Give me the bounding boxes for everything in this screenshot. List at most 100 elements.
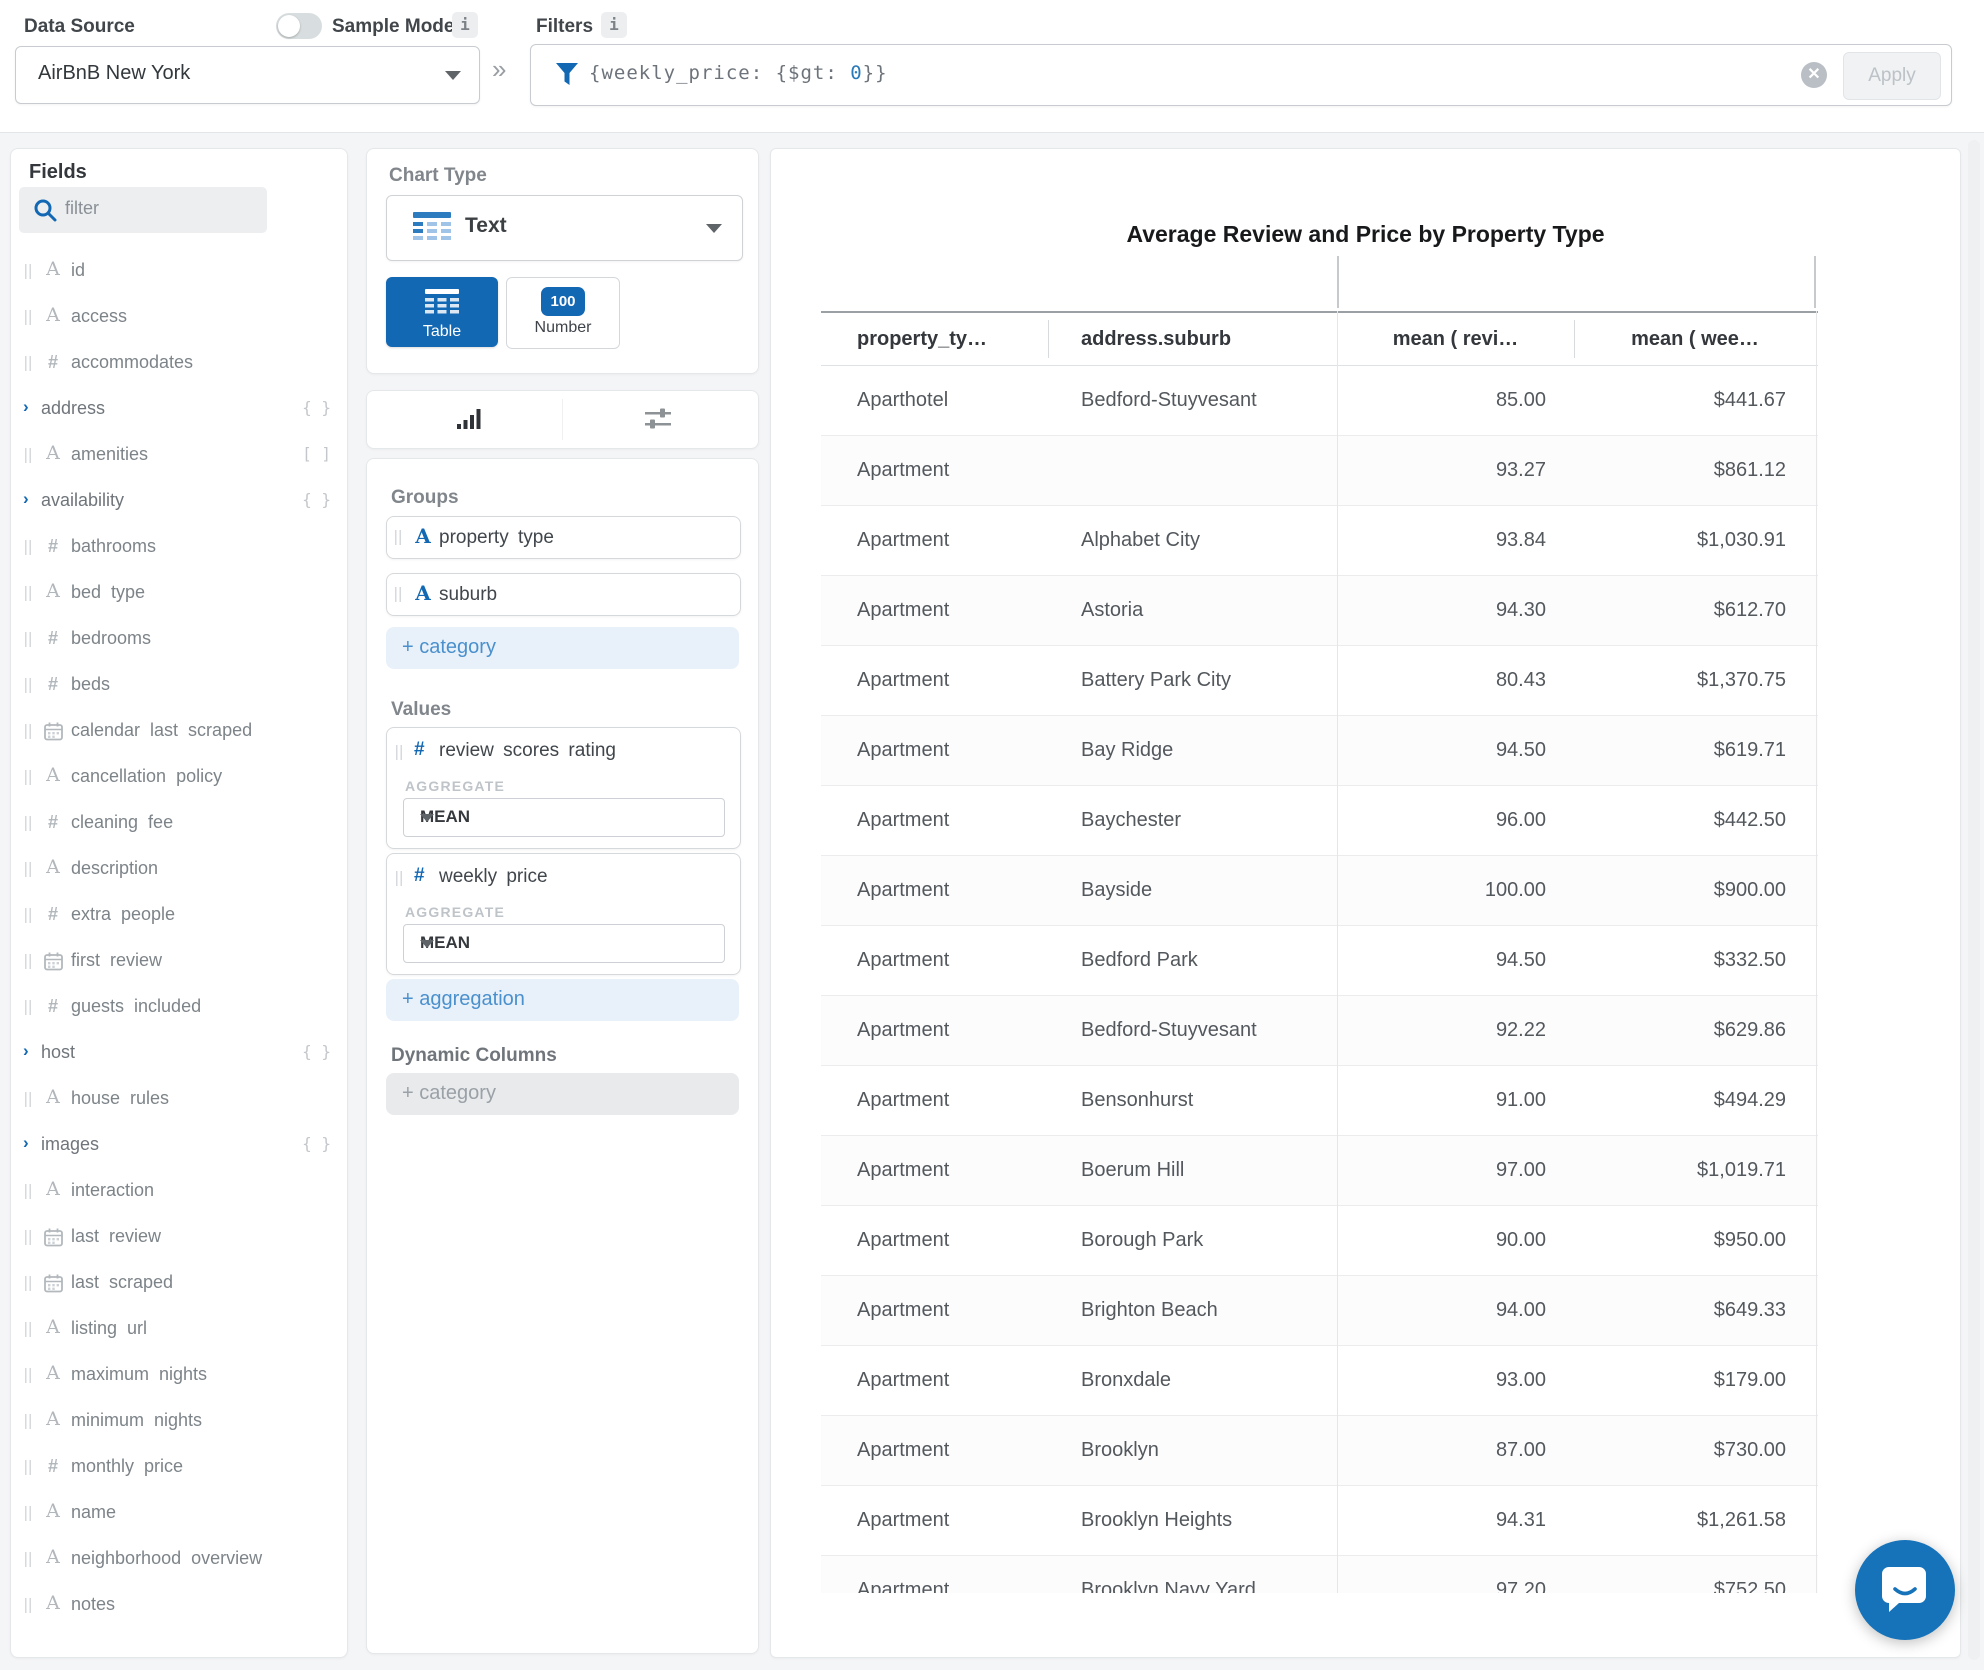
sliders-tab-icon[interactable] <box>645 408 671 430</box>
field-item-guests-included[interactable]: # guests included <box>11 985 347 1031</box>
filters-info-icon[interactable]: i <box>601 12 627 38</box>
field-item-maximum-nights[interactable]: Amaximum nights <box>11 1353 347 1399</box>
field-item-listing-url[interactable]: Alisting url <box>11 1307 347 1353</box>
field-label: amenities <box>71 444 149 464</box>
table-body: Aparthotel Bedford-Stuyvesant 85.00 $441.67… <box>821 366 1818 1593</box>
header-mean-weekly[interactable]: mean ( wee… <box>1574 313 1816 365</box>
field-item-cancellation-policy[interactable]: Acancellation policy <box>11 755 347 801</box>
field-item-minimum-nights[interactable]: Aminimum nights <box>11 1399 347 1445</box>
chevron-down-icon <box>420 814 434 822</box>
cell-address-suburb: Borough Park <box>1081 1229 1204 1251</box>
chart-type-select[interactable]: Text <box>386 195 743 261</box>
field-item-access[interactable]: Aaccess <box>11 295 347 341</box>
cell-mean-review: 90.00 <box>1495 1229 1546 1251</box>
cell-mean-weekly: $1,261.58 <box>1697 1509 1786 1531</box>
chevron-right-icon[interactable]: › <box>23 1041 29 1061</box>
field-item-last-review[interactable]: last review <box>11 1215 347 1261</box>
cell-property-type: Apartment <box>857 459 950 481</box>
sample-mode-label: Sample Mode <box>332 16 455 37</box>
field-item-first-review[interactable]: first review <box>11 939 347 985</box>
subdocument-type-icon: { } <box>302 1042 331 1061</box>
add-aggregation-button[interactable]: + aggregation <box>386 979 739 1021</box>
field-item-monthly-price[interactable]: # monthly price <box>11 1445 347 1491</box>
sample-mode-info-icon[interactable]: i <box>452 12 478 38</box>
chevron-right-icon[interactable]: › <box>23 397 29 417</box>
field-item-description[interactable]: Adescription <box>11 847 347 893</box>
column-resize-tick[interactable] <box>1814 256 1816 308</box>
cell-address-suburb: Bedford-Stuyvesant <box>1081 389 1257 411</box>
chevron-right-icon[interactable]: › <box>23 489 29 509</box>
field-label: bedrooms <box>71 628 152 648</box>
field-item-notes[interactable]: Anotes <box>11 1583 347 1629</box>
table-header-row: property_ty… address.suburb mean ( revi…… <box>821 311 1818 366</box>
field-label: address <box>41 398 106 418</box>
field-item-interaction[interactable]: Ainteraction <box>11 1169 347 1215</box>
field-label: name <box>71 1502 117 1522</box>
data-source-select[interactable]: AirBnB New York <box>15 46 480 104</box>
field-item-availability[interactable]: › availability { } <box>11 479 347 525</box>
header-property-type[interactable]: property_ty… <box>857 313 1037 365</box>
field-label: bathrooms <box>71 536 157 556</box>
string-type-icon: A <box>46 1408 60 1430</box>
cell-mean-review: 97.20 <box>1495 1579 1546 1593</box>
scrollbar[interactable] <box>1968 140 1980 1660</box>
sample-mode-toggle[interactable] <box>276 13 322 39</box>
drag-handle-icon <box>25 448 34 463</box>
group-pill-suburb[interactable]: A suburb <box>386 573 741 616</box>
string-type-icon: A <box>46 1316 60 1338</box>
cell-address-suburb: Bedford Park <box>1081 949 1198 971</box>
header-mean-review[interactable]: mean ( revi… <box>1337 313 1574 365</box>
field-search-input[interactable]: filter <box>19 187 267 233</box>
column-resize-tick[interactable] <box>1337 256 1339 308</box>
filter-query-input[interactable]: {weekly_price: {$gt: 0}} ✕ Apply <box>530 44 1952 106</box>
field-item-bed-type[interactable]: Abed type <box>11 571 347 617</box>
cell-property-type: Apartment <box>857 739 950 761</box>
header-divider[interactable] <box>1048 320 1049 358</box>
cell-mean-review: 100.00 <box>1484 879 1546 901</box>
drag-handle-icon <box>25 770 34 785</box>
app-root: Data Source Sample Mode i Filters i AirB… <box>0 0 1984 1670</box>
field-item-beds[interactable]: # beds <box>11 663 347 709</box>
cell-address-suburb: Boerum Hill <box>1081 1159 1185 1181</box>
group-pill-property-type[interactable]: A property type <box>386 516 741 559</box>
clear-filter-icon[interactable]: ✕ <box>1801 62 1827 88</box>
number-chart-button[interactable]: 100 Number <box>506 277 620 349</box>
field-item-images[interactable]: › images { } <box>11 1123 347 1169</box>
filter-query-text: {weekly_price: {$gt: 0}} <box>589 62 888 84</box>
field-item-name[interactable]: Aname <box>11 1491 347 1537</box>
field-item-neighborhood-overview[interactable]: Aneighborhood overview <box>11 1537 347 1583</box>
cell-property-type: Apartment <box>857 1509 950 1531</box>
chat-launcher-button[interactable] <box>1855 1540 1955 1640</box>
value-card-weekly-price[interactable]: # weekly price AGGREGATE MEAN <box>386 853 741 975</box>
field-item-house-rules[interactable]: Ahouse rules <box>11 1077 347 1123</box>
field-item-last-scraped[interactable]: last scraped <box>11 1261 347 1307</box>
aggregate-select[interactable]: MEAN <box>403 924 725 963</box>
field-item-extra-people[interactable]: # extra people <box>11 893 347 939</box>
bar-chart-tab-icon[interactable] <box>457 408 481 430</box>
aggregate-select[interactable]: MEAN <box>403 798 725 837</box>
number-type-icon: # <box>47 628 58 648</box>
field-item-bedrooms[interactable]: # bedrooms <box>11 617 347 663</box>
apply-button[interactable]: Apply <box>1843 52 1941 100</box>
header-address-suburb[interactable]: address.suburb <box>1081 313 1321 365</box>
field-item-bathrooms[interactable]: # bathrooms <box>11 525 347 571</box>
field-item-amenities[interactable]: Aamenities [ ] <box>11 433 347 479</box>
table-chart-button[interactable]: Table <box>386 277 498 347</box>
cell-address-suburb: Bay Ridge <box>1081 739 1174 761</box>
field-item-host[interactable]: › host { } <box>11 1031 347 1077</box>
add-category-button[interactable]: + category <box>386 627 739 669</box>
header-divider[interactable] <box>1574 320 1575 358</box>
field-item-cleaning-fee[interactable]: # cleaning fee <box>11 801 347 847</box>
funnel-icon <box>556 63 578 85</box>
field-item-accommodates[interactable]: # accommodates <box>11 341 347 387</box>
field-item-calendar-last-scraped[interactable]: calendar last scraped <box>11 709 347 755</box>
collapse-chevrons-icon[interactable]: » <box>492 54 506 85</box>
field-item-id[interactable]: Aid <box>11 249 347 295</box>
cell-mean-review: 80.43 <box>1495 669 1546 691</box>
field-item-address[interactable]: › address { } <box>11 387 347 433</box>
table-row: Apartment Battery Park City 80.43 $1,370.75 <box>821 646 1818 716</box>
value-card-review-scores[interactable]: # review scores rating AGGREGATE MEAN <box>386 727 741 849</box>
drag-handle-icon <box>25 908 34 923</box>
group-pill-label: suburb <box>439 584 498 605</box>
chevron-right-icon[interactable]: › <box>23 1133 29 1153</box>
